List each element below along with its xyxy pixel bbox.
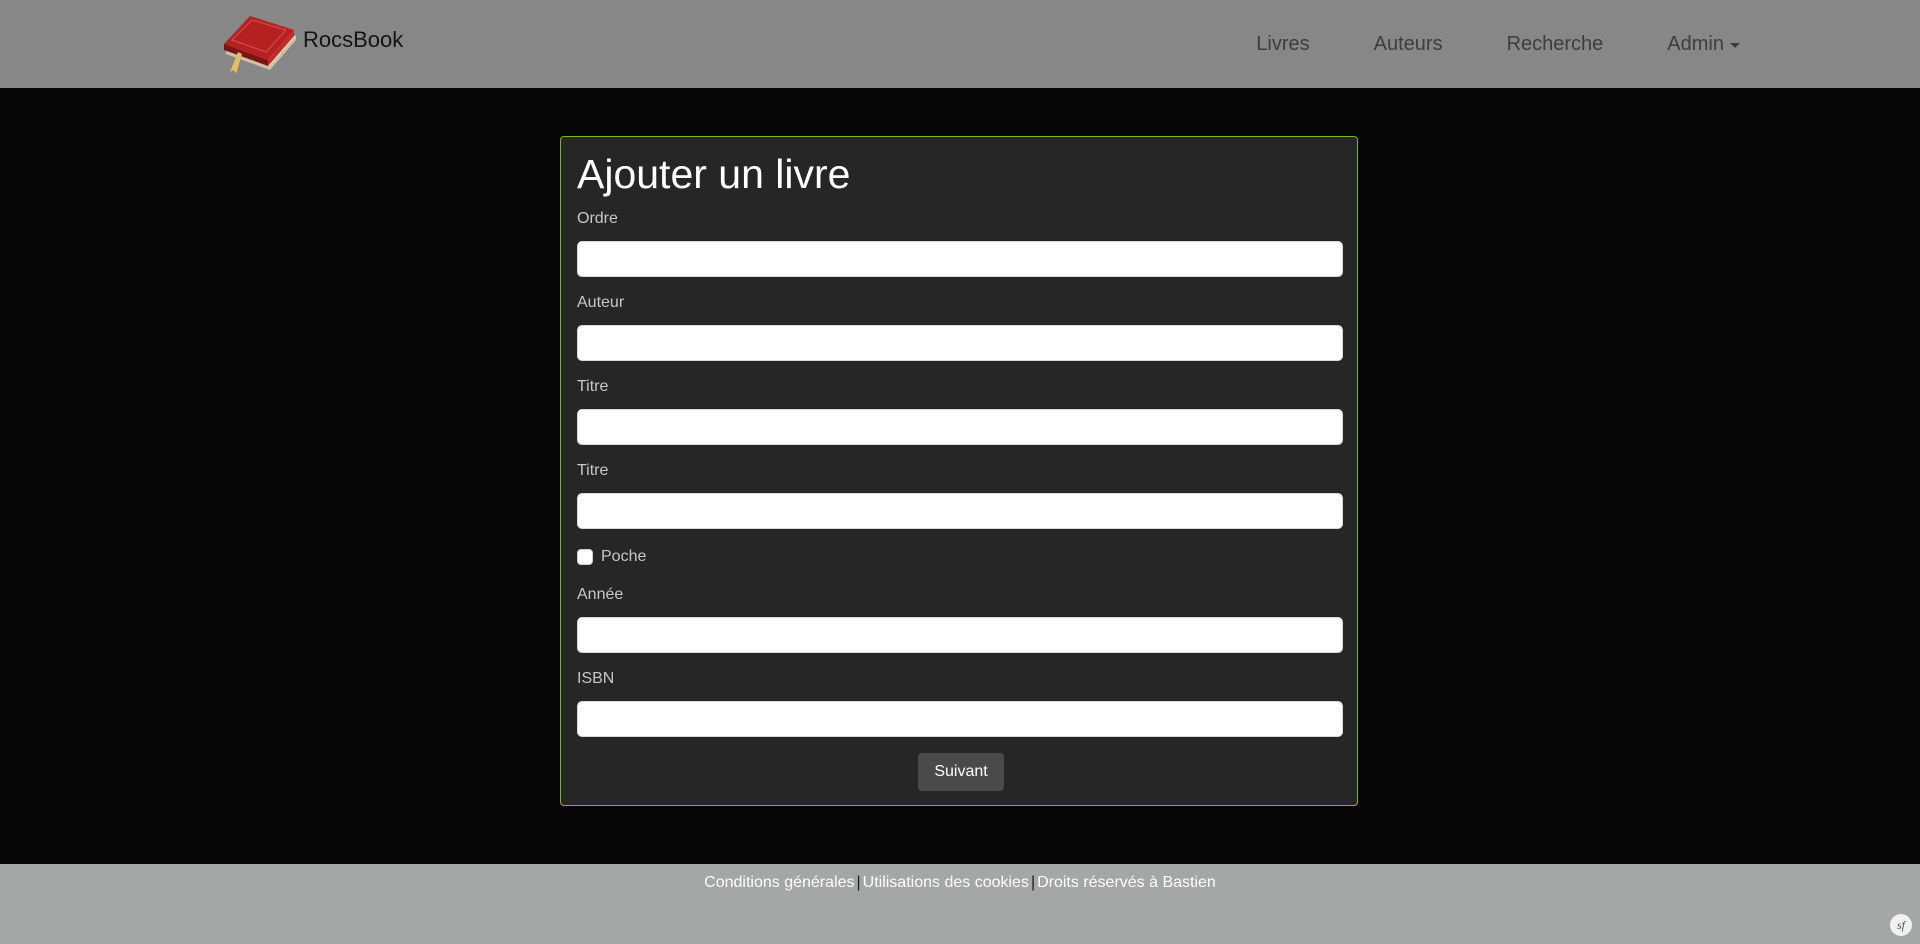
poche-checkbox[interactable] (577, 549, 593, 565)
titre-secondary-label: Titre (577, 462, 609, 479)
titre-secondary-input[interactable] (577, 493, 1343, 529)
auteur-input[interactable] (577, 325, 1343, 361)
nav-dropdown-admin-label: Admin (1667, 32, 1724, 55)
nav-link-livres[interactable]: Livres (1256, 33, 1309, 56)
footer-link-cookies[interactable]: Utilisations des cookies (863, 874, 1029, 891)
suivant-button[interactable]: Suivant (918, 753, 1004, 791)
nav-menu: Livres Auteurs Recherche Admin (1256, 0, 1740, 88)
book-icon (224, 16, 296, 74)
nav-link-recherche[interactable]: Recherche (1507, 33, 1604, 56)
brand-name: RocsBook (303, 27, 404, 52)
footer-link-droits[interactable]: Droits réservés à Bastien (1037, 874, 1216, 891)
nav-dropdown-admin[interactable]: Admin (1667, 33, 1740, 56)
top-navbar: RocsBook Livres Auteurs Recherche Admin (0, 0, 1920, 88)
caret-down-icon (1730, 42, 1740, 48)
isbn-input[interactable] (577, 701, 1343, 737)
brand-link[interactable]: RocsBook (218, 10, 403, 78)
auteur-label: Auteur (577, 294, 625, 311)
ordre-label: Ordre (577, 210, 618, 227)
footer-links: Conditions générales | Utilisations des co… (0, 874, 1920, 892)
annee-input[interactable] (577, 617, 1343, 653)
titre-input[interactable] (577, 409, 1343, 445)
page-footer: Conditions générales | Utilisations des co… (0, 864, 1920, 944)
isbn-label: ISBN (577, 670, 615, 687)
poche-label: Poche (601, 548, 647, 565)
annee-label: Année (577, 586, 624, 603)
titre-label: Titre (577, 378, 609, 395)
page-title: Ajouter un livre (577, 151, 851, 197)
add-book-form-card: Ajouter un livre Ordre Auteur Titre Titr… (560, 136, 1358, 806)
poche-checkbox-row: Poche (577, 548, 646, 566)
ordre-input[interactable] (577, 241, 1343, 277)
nav-link-auteurs[interactable]: Auteurs (1374, 33, 1443, 56)
footer-separator: | (1030, 874, 1036, 891)
footer-separator: | (856, 874, 861, 891)
symfony-icon[interactable]: sf (1890, 914, 1912, 936)
footer-link-conditions[interactable]: Conditions générales (704, 874, 854, 891)
